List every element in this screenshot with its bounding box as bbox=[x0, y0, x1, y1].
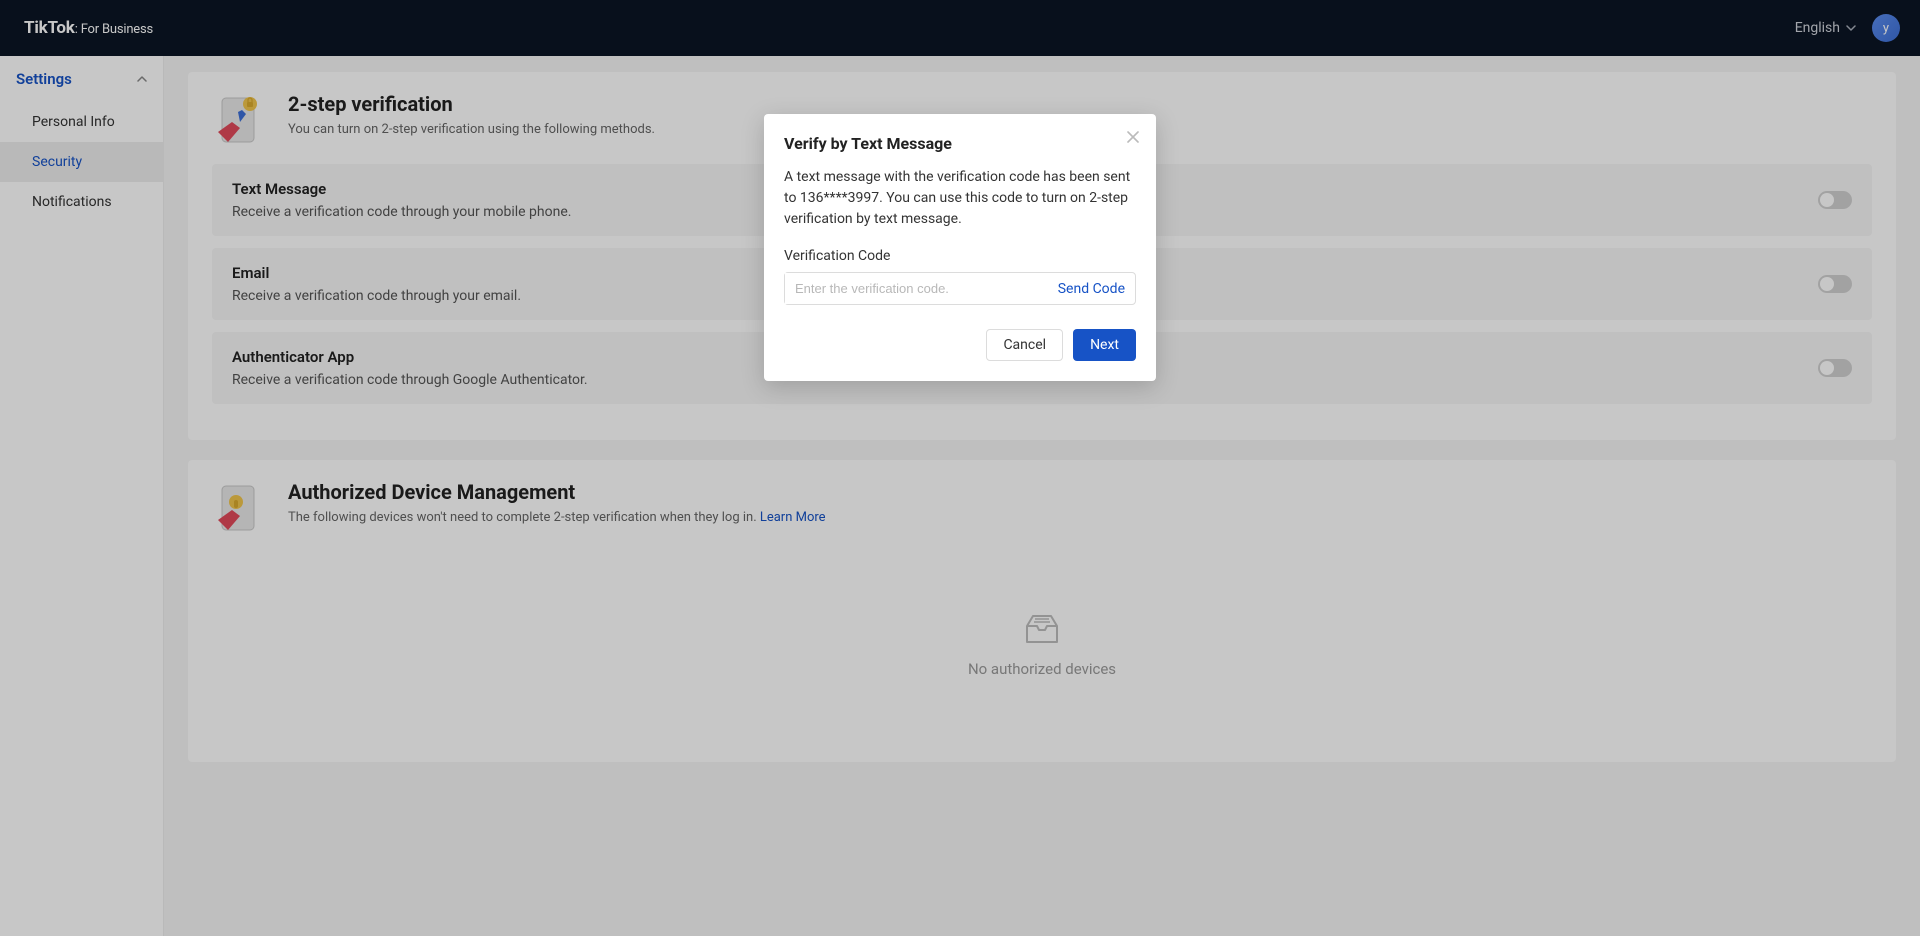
send-code-button[interactable]: Send Code bbox=[1058, 281, 1125, 297]
verification-code-row: Send Code bbox=[784, 272, 1136, 305]
modal-actions: Cancel Next bbox=[784, 329, 1136, 361]
next-button[interactable]: Next bbox=[1073, 329, 1136, 361]
cancel-button[interactable]: Cancel bbox=[986, 329, 1063, 361]
verification-code-label: Verification Code bbox=[784, 248, 1136, 264]
modal-title: Verify by Text Message bbox=[784, 134, 1136, 153]
verification-code-input[interactable] bbox=[785, 273, 1058, 304]
modal-body-text: A text message with the verification cod… bbox=[784, 167, 1136, 230]
verify-sms-modal: Verify by Text Message A text message wi… bbox=[764, 114, 1156, 381]
close-icon[interactable] bbox=[1124, 128, 1142, 146]
